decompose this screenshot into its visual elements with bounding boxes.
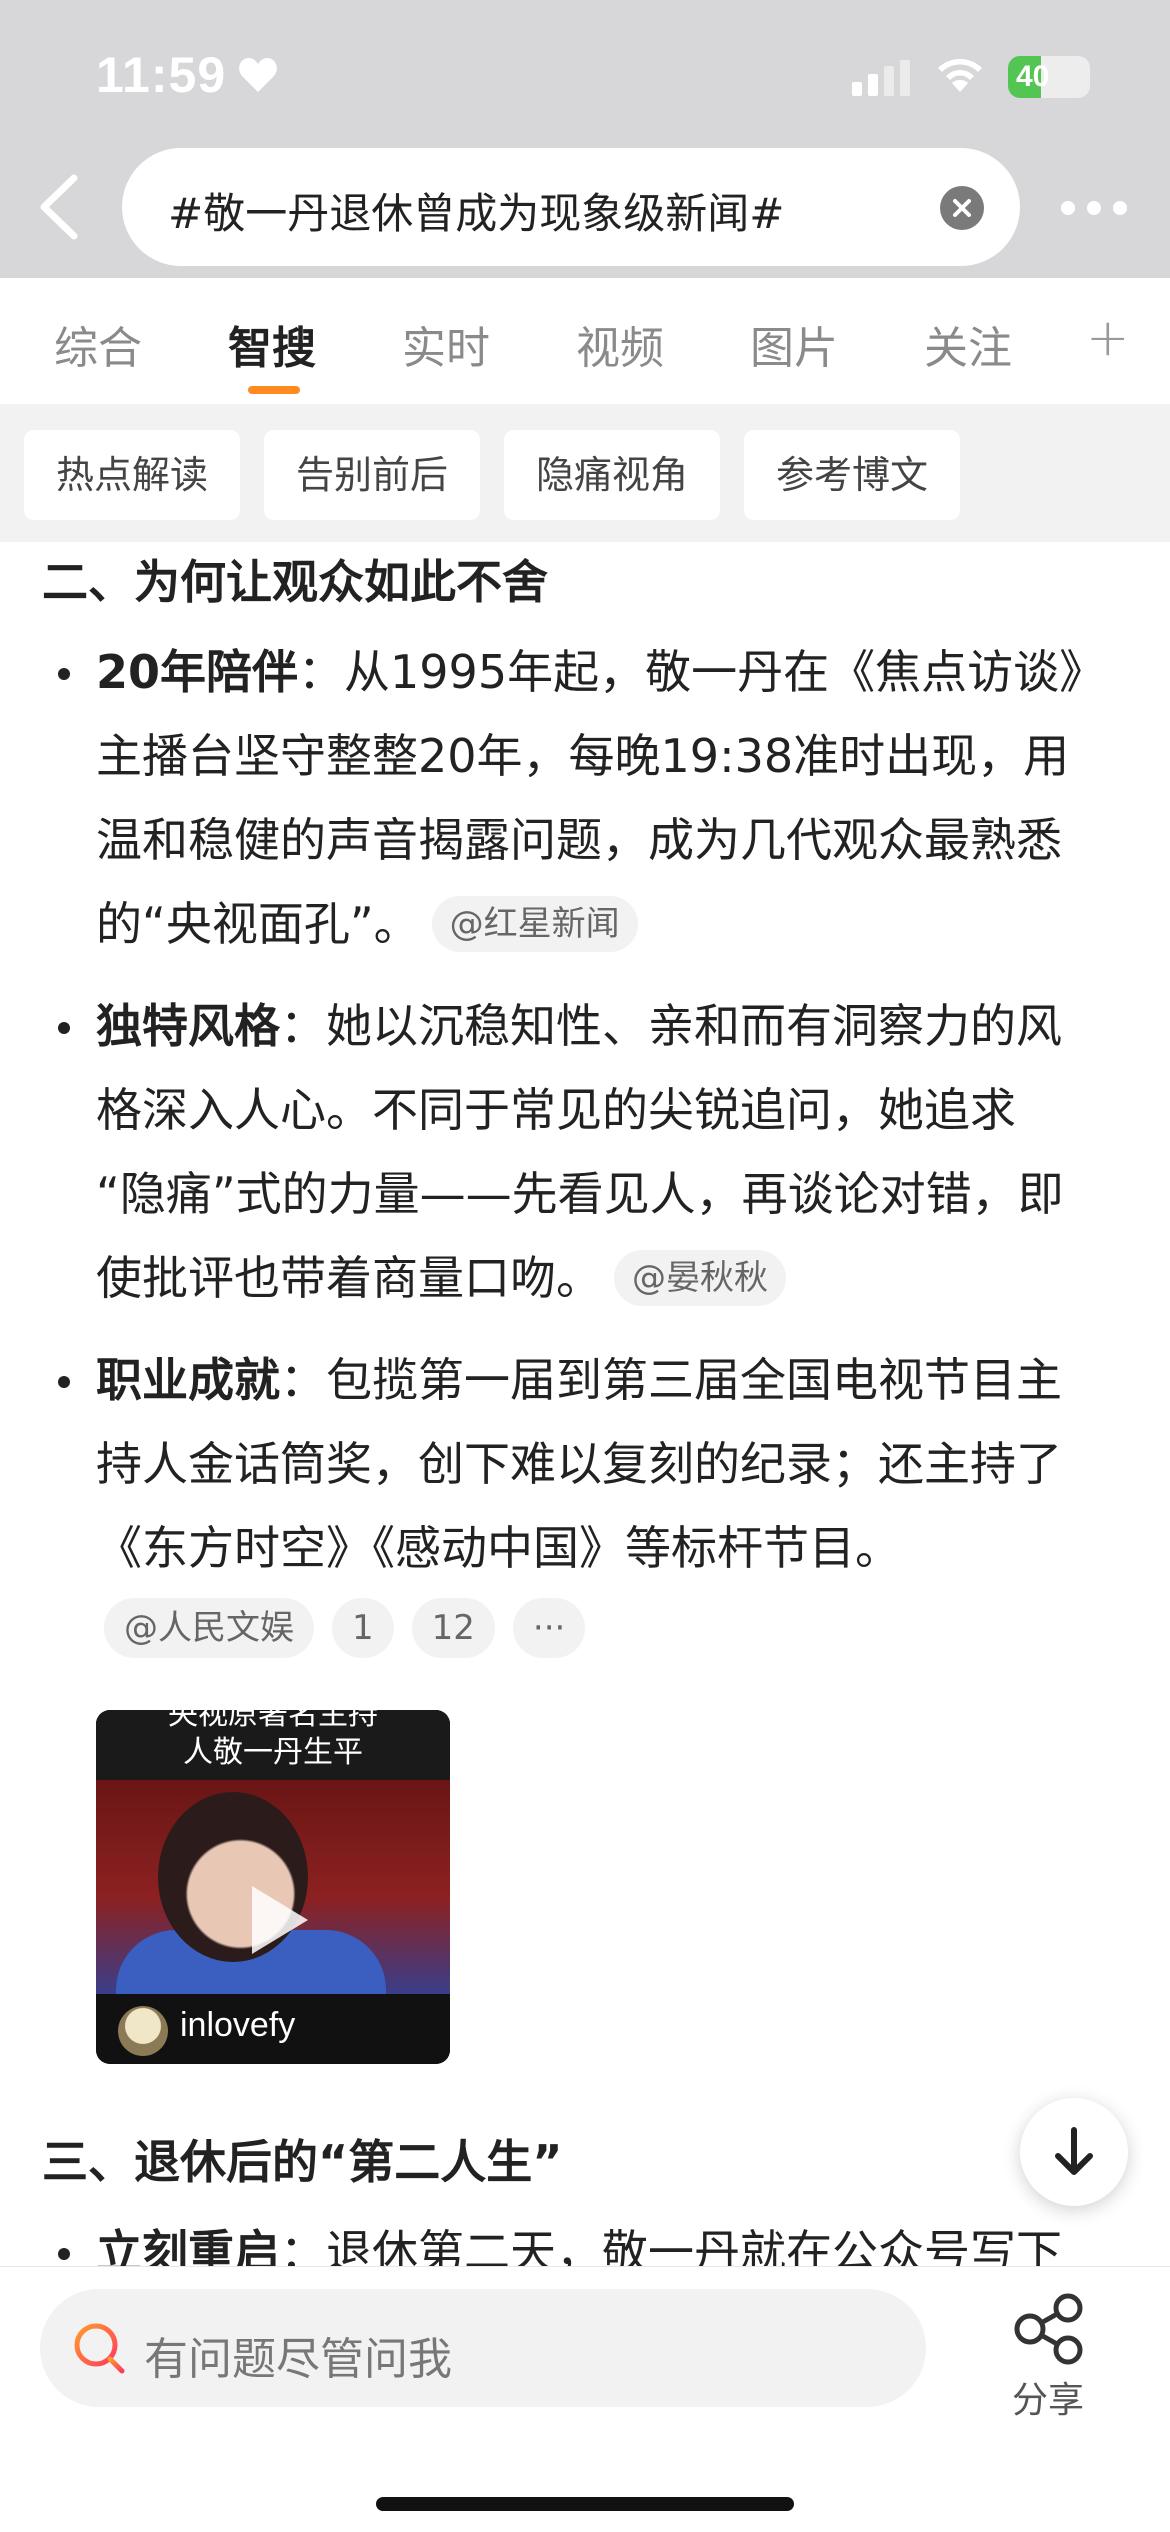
close-icon [953, 199, 971, 217]
paragraph-restart: 立刻重启：退休第二天，敬一丹就在公众号写下 [96, 2210, 1126, 2266]
chip-reference-posts[interactable]: 参考博文 [744, 430, 960, 520]
ask-placeholder: 有问题尽管问我 [144, 2334, 452, 2385]
search-input[interactable]: #敬一丹退休曾成为现象级新闻# [122, 148, 1020, 266]
video-username: inlovefy [180, 2006, 296, 2044]
bullet [58, 1022, 70, 1034]
battery-text: 40 [1016, 60, 1050, 93]
item-head: 职业成就 [96, 1353, 280, 1407]
home-indicator [376, 2497, 794, 2511]
reference-count-chip[interactable]: 12 [411, 1598, 495, 1658]
source-meta-row: @人民文娱 1 12 ··· [104, 1598, 586, 1658]
topic-chips: 热点解读 告别前后 隐痛视角 参考博文 [0, 404, 1170, 542]
tab-realtime[interactable]: 实时 [402, 312, 490, 376]
tab-images[interactable]: 图片 [750, 312, 838, 376]
bullet [58, 668, 70, 680]
wifi-icon [938, 59, 982, 92]
bullet [58, 1376, 70, 1388]
active-tab-indicator [248, 386, 300, 394]
ask-input[interactable]: 有问题尽管问我 [40, 2289, 926, 2407]
video-author: inlovefy [96, 1994, 450, 2064]
tab-comprehensive[interactable]: 综合 [54, 312, 142, 376]
source-chip[interactable]: @人民文娱 [104, 1598, 314, 1658]
top-header: 11:59 40 #敬一丹退休曾成为现象级新闻# [0, 0, 1170, 278]
tab-smart-search[interactable]: 智搜 [228, 312, 316, 376]
ai-search-icon [74, 2323, 125, 2374]
share-label[interactable]: 分享 [1012, 2371, 1084, 2423]
item-head: 独特风格 [96, 999, 280, 1053]
scroll-down-button[interactable] [1020, 2098, 1128, 2206]
bullet [58, 2248, 70, 2260]
paragraph-achievements: 职业成就：包揽第一届到第三届全国电视节目主 持人金话筒奖，创下难以复刻的纪录；还… [96, 1353, 1062, 1575]
status-time: 11:59 [96, 47, 227, 103]
clear-search-button[interactable] [940, 186, 984, 230]
chip-hidden-pain[interactable]: 隐痛视角 [504, 430, 720, 520]
item-head: 20年陪伴 [96, 645, 299, 699]
tab-video[interactable]: 视频 [576, 312, 664, 376]
cellular-signal-icon [852, 60, 910, 96]
heart-icon [239, 58, 277, 92]
more-options-button[interactable] [1058, 198, 1130, 218]
search-tabs: 综合 智搜 实时 视频 图片 关注 + [0, 278, 1170, 404]
paragraph-companionship: 20年陪伴：从1995年起，敬一丹在《焦点访谈》 主播台坚守整整20年，每晚19… [96, 645, 1106, 952]
chip-hot-interpretation[interactable]: 热点解读 [24, 430, 240, 520]
search-query: #敬一丹退休曾成为现象级新闻# [168, 189, 785, 238]
tab-following[interactable]: 关注 [924, 312, 1012, 376]
back-button[interactable] [30, 172, 90, 242]
share-icon[interactable] [1010, 2293, 1088, 2365]
item-head: 立刻重启 [96, 2225, 280, 2266]
status-bar: 11:59 40 [0, 0, 1170, 140]
video-card[interactable]: 央视原著名主持 人敬一丹生平 inlovefy [96, 1710, 450, 2064]
paragraph-style: 独特风格：她以沉稳知性、亲和而有洞察力的风 格深入人心。不同于常见的尖锐追问，她… [96, 999, 1064, 1306]
section-title: 三、退休后的“第二人生” [42, 2135, 563, 2189]
section-title: 二、为何让观众如此不舍 [42, 555, 548, 609]
avatar [118, 2006, 168, 2056]
chip-farewell[interactable]: 告别前后 [264, 430, 480, 520]
answer-content: 二、为何让观众如此不舍 20年陪伴：从1995年起，敬一丹在《焦点访谈》 主播台… [0, 542, 1170, 2266]
source-chip[interactable]: @晏秋秋 [614, 1249, 786, 1306]
play-icon [252, 1886, 308, 1954]
arrow-down-icon [1055, 2127, 1093, 2175]
bottom-bar: 有问题尽管问我 分享 [0, 2266, 1170, 2532]
more-sources-button[interactable]: ··· [512, 1598, 586, 1658]
battery-indicator: 40 [1008, 56, 1090, 98]
source-chip[interactable]: @红星新闻 [431, 895, 638, 952]
reference-count-chip[interactable]: 1 [332, 1598, 394, 1658]
add-tab-button[interactable]: + [1086, 308, 1130, 368]
video-caption: 央视原著名主持 人敬一丹生平 [96, 1710, 450, 1780]
